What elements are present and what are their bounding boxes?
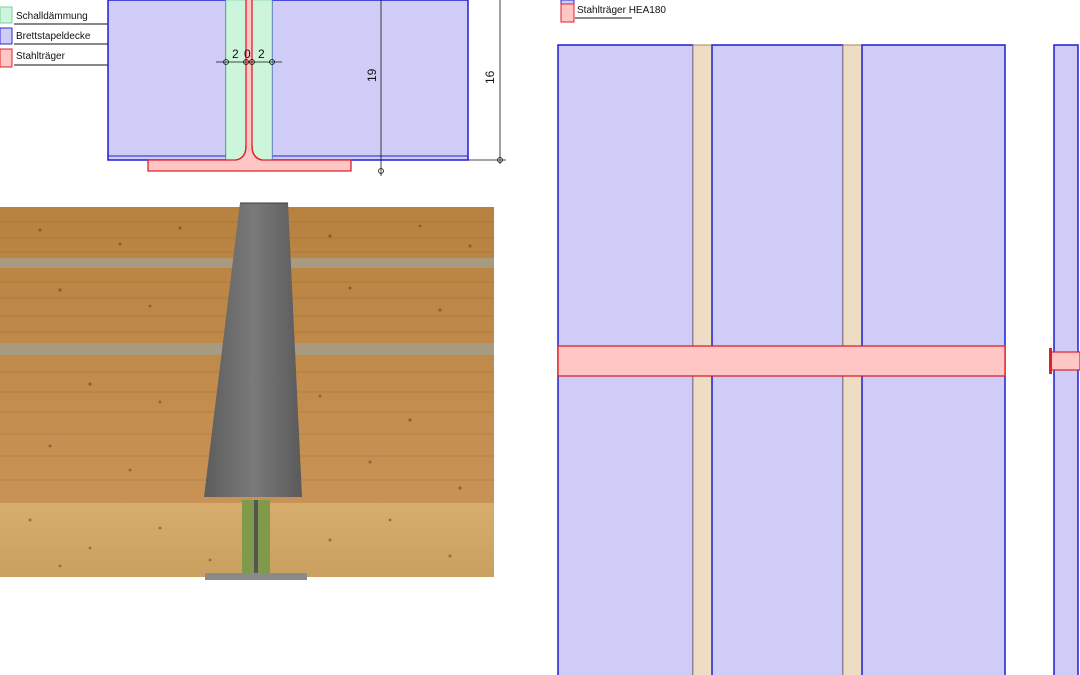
render-insulation-right (258, 500, 270, 573)
legend-swatch-slab (0, 27, 13, 45)
side-elevation (1049, 44, 1080, 675)
legend-label-hea180: Stahlträger HEA180 (577, 5, 666, 16)
legend-swatch-hea180-top (560, 0, 575, 5)
dim-height-outer-value: 16 (483, 70, 497, 84)
timber-floor-3d-render (0, 202, 494, 580)
dim-value-a: 2 (232, 47, 239, 61)
insulation-right (251, 0, 273, 161)
dim-value-b: 0 (244, 47, 251, 61)
legend-label-steel: Stahlträger (16, 51, 66, 62)
slab-left-section (107, 0, 227, 161)
legend-right: Stahlträger HEA180 (560, 0, 666, 23)
side-steel-beam (1050, 351, 1080, 371)
render-insulation-left (242, 500, 254, 573)
plan-steel-beam (557, 345, 1006, 377)
plan-view (557, 44, 1006, 675)
legend-swatch-hea180 (560, 3, 575, 23)
render-steel-web (254, 500, 258, 573)
cross-section-detail: 2 0 2 19 16 (107, 0, 506, 176)
dimension-height-outer: 16 (468, 0, 506, 164)
legend-label-slab: Brettstapeldecke (16, 31, 91, 42)
insulation-left (225, 0, 247, 161)
legend-label-insulation: Schalldämmung (16, 11, 88, 22)
legend-swatch-steel (0, 48, 13, 68)
dim-height-inner-value: 19 (365, 68, 379, 82)
drawing-canvas: Schalldämmung Brettstapeldecke Stahlträg… (0, 0, 1080, 675)
dim-value-c: 2 (258, 47, 265, 61)
render-steel-bottom-flange (205, 573, 307, 580)
legend-swatch-insulation (0, 6, 13, 24)
